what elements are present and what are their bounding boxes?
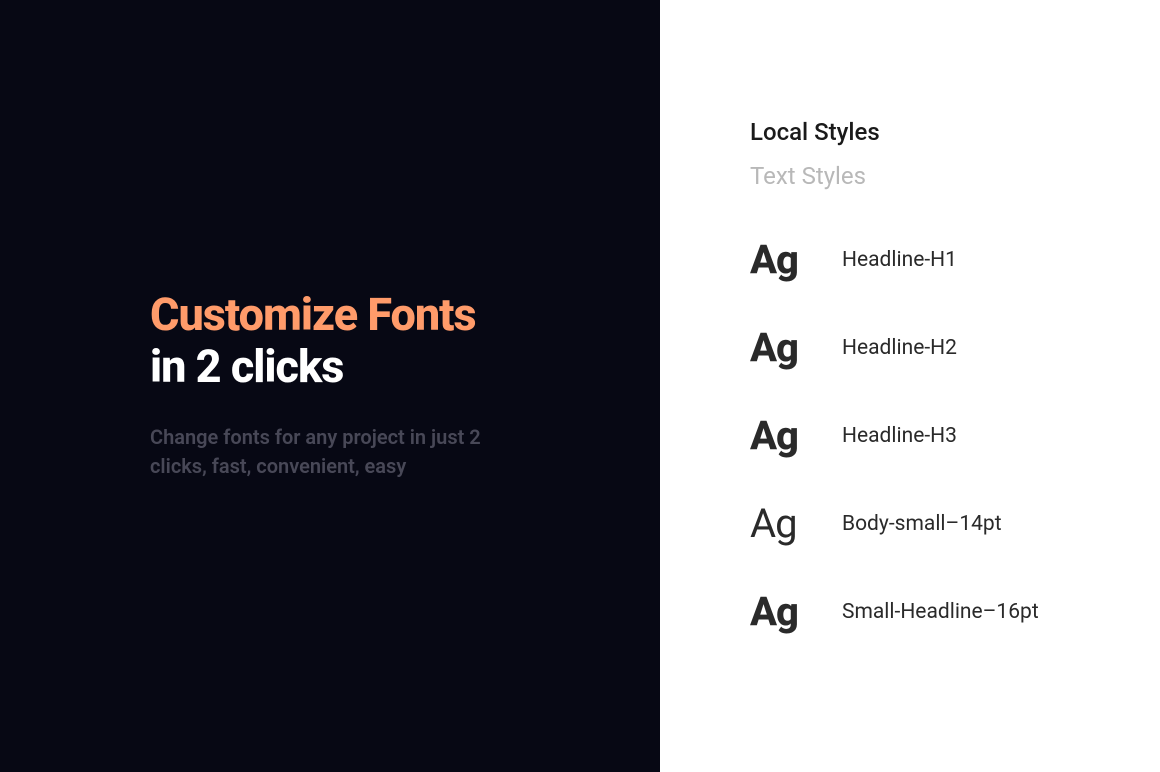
text-style-item[interactable]: Ag Body-small–14pt [750, 504, 1120, 544]
text-style-item[interactable]: Ag Headline-H3 [750, 416, 1120, 456]
text-styles-list: Ag Headline-H1 Ag Headline-H2 Ag Headlin… [750, 240, 1120, 632]
style-label: Headline-H1 [842, 248, 957, 272]
text-style-item[interactable]: Ag Headline-H1 [750, 240, 1120, 280]
hero-title-line2: in 2 clicks [150, 342, 620, 392]
style-label: Headline-H2 [842, 336, 957, 360]
style-preview-glyph: Ag [750, 240, 810, 280]
text-style-item[interactable]: Ag Small-Headline–16pt [750, 592, 1120, 632]
style-label: Body-small–14pt [842, 512, 1002, 536]
styles-panel: Local Styles Text Styles Ag Headline-H1 … [660, 0, 1160, 772]
style-preview-glyph: Ag [750, 328, 810, 368]
hero-subtitle: Change fonts for any project in just 2 c… [150, 423, 530, 481]
hero-title-line1: Customize Fonts [150, 291, 620, 338]
style-preview-glyph: Ag [750, 416, 810, 456]
style-label: Small-Headline–16pt [842, 600, 1039, 624]
hero-panel: Customize Fonts in 2 clicks Change fonts… [0, 0, 660, 772]
style-preview-glyph: Ag [750, 592, 810, 632]
style-preview-glyph: Ag [750, 504, 810, 544]
section-title-local-styles: Local Styles [750, 118, 1120, 146]
style-label: Headline-H3 [842, 424, 957, 448]
section-subtitle-text-styles: Text Styles [750, 162, 1120, 190]
text-style-item[interactable]: Ag Headline-H2 [750, 328, 1120, 368]
